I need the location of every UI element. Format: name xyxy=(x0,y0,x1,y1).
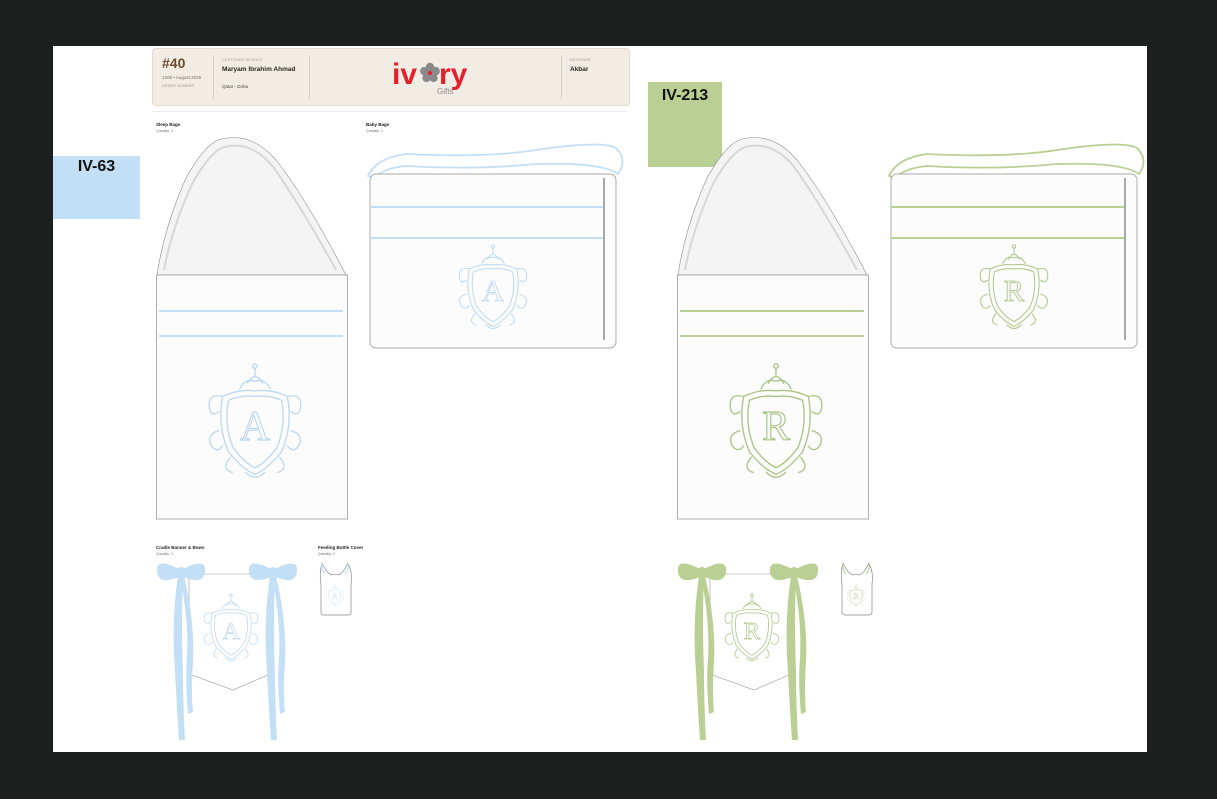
monogram-letter: R xyxy=(744,618,761,645)
order-date: 1208 • August 2026 xyxy=(162,75,202,80)
monogram-letter: A xyxy=(332,592,338,601)
monogram-letter: A xyxy=(222,618,240,645)
bottle-cover-illustration[interactable]: R xyxy=(838,560,874,616)
sleep-bag-illustration[interactable]: R xyxy=(677,137,869,520)
bottle-cover-illustration[interactable]: A xyxy=(317,560,353,616)
header-divider xyxy=(561,55,562,99)
monogram-letter: R xyxy=(853,592,859,601)
section-quantity: Quantity: 2 xyxy=(366,129,383,133)
section-quantity: Quantity: 2 xyxy=(156,552,173,556)
monogram-letter: A xyxy=(482,274,505,308)
section-title-baby-bags: Baby Bags xyxy=(366,122,390,127)
order-number-label: ORDER NUMBER xyxy=(162,84,195,88)
brand-name-i: iv xyxy=(392,58,417,91)
header-divider xyxy=(213,55,214,99)
order-header: #40 1208 • August 2026 ORDER NUMBER CUST… xyxy=(152,48,630,106)
baby-bag-illustration[interactable]: A xyxy=(366,138,628,354)
baby-bag-illustration[interactable]: R xyxy=(887,138,1147,354)
customer-name: Maryam Ibrahim Ahmad xyxy=(222,66,296,73)
flower-logo-icon xyxy=(420,62,440,83)
monogram-letter: A xyxy=(240,404,270,450)
cradle-banner-illustration[interactable]: A xyxy=(156,560,301,752)
monogram-letter: R xyxy=(1004,274,1025,308)
sleep-bag-illustration[interactable]: A xyxy=(156,137,348,520)
section-title-cradle-banner: Cradle Banner & Bows xyxy=(156,545,205,550)
customer-location: Qatar - Doha xyxy=(222,84,249,89)
designer-name: Akbar xyxy=(570,66,589,73)
designer-label: DESIGNER xyxy=(570,58,591,62)
header-divider xyxy=(309,55,310,99)
section-title-sleep-bags: Sleep Bags xyxy=(156,122,181,127)
section-quantity: Quantity: 2 xyxy=(156,129,173,133)
brand-sub: Gifts xyxy=(437,87,453,96)
monogram-letter: R xyxy=(762,404,790,450)
bag-handle xyxy=(366,143,624,180)
bag-handle xyxy=(887,143,1145,180)
brand-logo: iv ry Gifts xyxy=(392,58,468,96)
header-rule xyxy=(152,111,628,112)
customer-label: CUSTOMER DETAILS xyxy=(222,58,263,62)
cradle-banner-illustration[interactable]: R xyxy=(677,560,822,752)
design-canvas[interactable]: #40 1208 • August 2026 ORDER NUMBER CUST… xyxy=(53,46,1147,752)
section-title-bottle-cover: Feeding Bottle Cover xyxy=(318,545,364,550)
sleep-bag-hood xyxy=(677,137,868,276)
section-quantity: Quantity: 2 xyxy=(318,552,335,556)
order-number: #40 xyxy=(162,55,186,71)
sleep-bag-hood xyxy=(156,137,347,276)
design-code-tag[interactable]: IV-63 xyxy=(53,156,140,219)
